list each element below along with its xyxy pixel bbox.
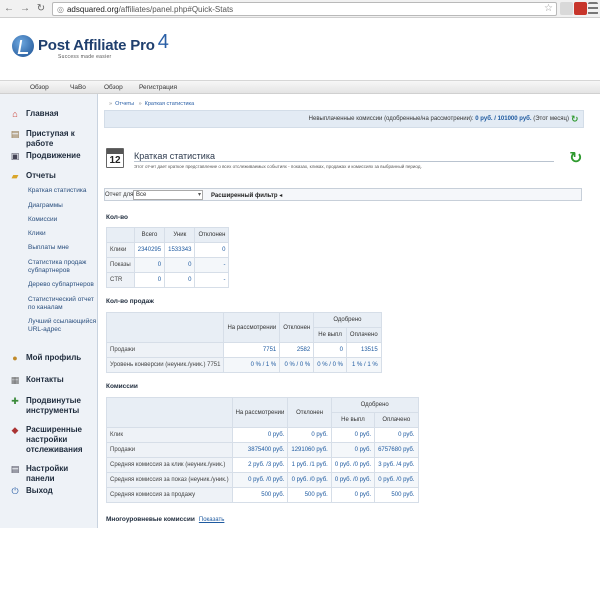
sidebar-subitem-top-referrer[interactable]: Лучший ссылающийся URL-адрес [28, 318, 98, 334]
site-header: Post Affiliate Pro 4 Success made easier [0, 18, 600, 80]
filter-bar: Отчет для Все ▾ Расширенный фильтр ◂ [104, 188, 582, 201]
table-row: Продажи 7751 2582 0 13515 [105, 342, 382, 358]
monitor-icon: ▣ [10, 151, 20, 161]
commissions-section-title: Комиссии [106, 383, 138, 390]
table-row: Средняя комиссия за продажу 500 руб. 500… [106, 487, 419, 503]
settings-icon: ▤ [10, 464, 20, 474]
table-row: Клик 0 руб. 0 руб. 0 руб. 0 руб. [106, 427, 419, 443]
home-icon: ⌂ [12, 109, 18, 119]
sidebar-subitem-subaffiliate-sales[interactable]: Статистика продаж субпартнеров [28, 259, 98, 275]
table-row: CTR 0 0 - [106, 272, 230, 288]
table-row: Показы 0 0 - [106, 257, 230, 273]
url-host: adsquared.org [66, 4, 119, 14]
calendar-icon: 12 [106, 148, 124, 168]
report-title-block: 12 Краткая статистика Этот отчет дает кр… [104, 144, 584, 174]
calendar-extension-icon[interactable] [574, 2, 587, 15]
top-nav-overview-2[interactable]: Обзор [104, 84, 123, 91]
tracking-icon: ◆ [11, 425, 19, 435]
main-content: » Отчеты » Краткая статистика Невыплаченны… [104, 94, 584, 528]
filter-label: Отчет для [105, 192, 134, 198]
sidebar-item-getting-started[interactable]: ▤ Приступая к работе [0, 129, 98, 149]
sidebar: ⌂ Главная ▤ Приступая к работе ▣ Продвиж… [0, 94, 98, 528]
sidebar-item-profile[interactable]: ● Мой профиль [0, 353, 98, 363]
top-nav: Обзор ЧаВо Обзор Регистрация [0, 80, 600, 94]
forward-icon[interactable]: → [18, 2, 32, 16]
multilevel-section-title: Многоуровневые комиссии Показать [106, 516, 225, 523]
sidebar-item-promotion[interactable]: ▣ Продвижение [0, 151, 98, 161]
sidebar-item-advanced-tools[interactable]: ✚ Продвинутые инструменты [0, 396, 98, 416]
tools-icon: ✚ [11, 396, 19, 406]
sidebar-subitem-payouts[interactable]: Выплаты мне [28, 244, 98, 252]
sidebar-item-home[interactable]: ⌂ Главная [0, 109, 98, 119]
table-row: Клики 2340295 1533343 0 [106, 242, 230, 258]
sales-table: На рассмотрении Отклонен Одобрено Не вып… [105, 312, 382, 373]
top-nav-signup[interactable]: Регистрация [139, 84, 177, 91]
sidebar-subitem-channel-stats[interactable]: Статистический отчет по каналам [28, 296, 98, 312]
url-path: /affiliates/panel.php#Quick-Stats [118, 4, 234, 14]
sidebar-item-tracking-settings[interactable]: ◆ Расширенные настройки отслеживания [0, 425, 98, 455]
table-row: Продажи 3875400 руб. 1291060 руб. 0 руб.… [106, 442, 419, 458]
advanced-filter-button[interactable]: Расширенный фильтр ◂ [211, 192, 282, 199]
logo-mark-icon [12, 34, 34, 57]
table-row: Уровень конверсии (неуник./уник.) 7751 0… [105, 357, 382, 373]
pending-commissions-period: (Этот месяц) [533, 116, 569, 122]
book-icon: ▤ [10, 129, 20, 139]
logo-text: Post Affiliate Pro [38, 37, 155, 54]
browser-toolbar: ← → ↻ ◎ adsquared.org/affiliates/panel.p… [0, 0, 600, 18]
sidebar-subitem-quick-stats[interactable]: Краткая статистика [28, 187, 98, 195]
sidebar-subitem-subaffiliate-tree[interactable]: Дерево субпартнеров [28, 281, 98, 289]
pending-commissions-value: 0 руб. / 101000 руб. [475, 116, 532, 122]
breadcrumb-reports[interactable]: Отчеты [115, 101, 134, 107]
table-row: Средняя комиссия за показ (неуник./уник.… [106, 472, 419, 488]
show-multilevel-link[interactable]: Показать [199, 517, 225, 523]
back-icon[interactable]: ← [2, 2, 16, 16]
sidebar-subitem-commissions[interactable]: Комиссии [28, 216, 98, 224]
sidebar-item-reports[interactable]: ▰ Отчеты [0, 171, 98, 181]
folder-icon: ▰ [11, 171, 19, 181]
breadcrumb: » Отчеты » Краткая статистика [109, 101, 195, 107]
globe-icon: ◎ [57, 4, 64, 14]
logo-tagline: Success made easier [58, 54, 112, 60]
sales-section-title: Кол-во продаж [106, 298, 154, 305]
address-bar[interactable]: ◎ adsquared.org/affiliates/panel.php#Qui… [52, 2, 557, 16]
table-row: Средняя комиссия за клик (неуник./уник.)… [106, 457, 419, 473]
contacts-icon: ▦ [10, 375, 20, 385]
sidebar-item-logout[interactable]: ⏻ Выход [0, 486, 98, 496]
counts-table: Всего Уник Отклонен Клики 2340295 153334… [106, 227, 230, 288]
reload-icon[interactable]: ↻ [34, 2, 48, 16]
sidebar-subitem-charts[interactable]: Диаграммы [28, 202, 98, 210]
top-nav-faq[interactable]: ЧаВо [70, 84, 86, 91]
counts-section-title: Кол-во [106, 214, 128, 221]
commissions-table: На рассмотрении Отклонен Одобрено Не вып… [106, 397, 419, 503]
refresh-report-icon[interactable]: ↻ [569, 148, 582, 168]
user-icon: ● [12, 353, 18, 363]
logout-icon: ⏻ [11, 486, 19, 496]
page-description: Этот отчет дает краткое представление о … [134, 164, 422, 169]
pending-commissions-bar: Невыплаченные комиссии (одобренные/на ра… [104, 110, 584, 128]
menu-icon[interactable] [588, 2, 598, 15]
logo-version: 4 [157, 31, 169, 53]
breadcrumb-quick-stats: Краткая статистика [144, 101, 195, 107]
top-nav-overview[interactable]: Обзор [30, 84, 49, 91]
pending-commissions-text: Невыплаченные комиссии (одобренные/на ра… [308, 116, 569, 122]
sidebar-subitem-clicks[interactable]: Клики [28, 230, 98, 238]
sidebar-item-panel-settings[interactable]: ▤ Настройки панели [0, 464, 98, 484]
sidebar-item-contacts[interactable]: ▦ Контакты [0, 375, 98, 385]
extension-icon[interactable] [560, 2, 573, 15]
bookmark-star-icon[interactable]: ☆ [544, 3, 553, 14]
report-for-select[interactable]: Все ▾ [133, 190, 203, 200]
chevron-down-icon: ▾ [197, 192, 201, 198]
refresh-icon[interactable]: ↻ [571, 114, 579, 125]
page-title: Краткая статистика [134, 151, 215, 161]
